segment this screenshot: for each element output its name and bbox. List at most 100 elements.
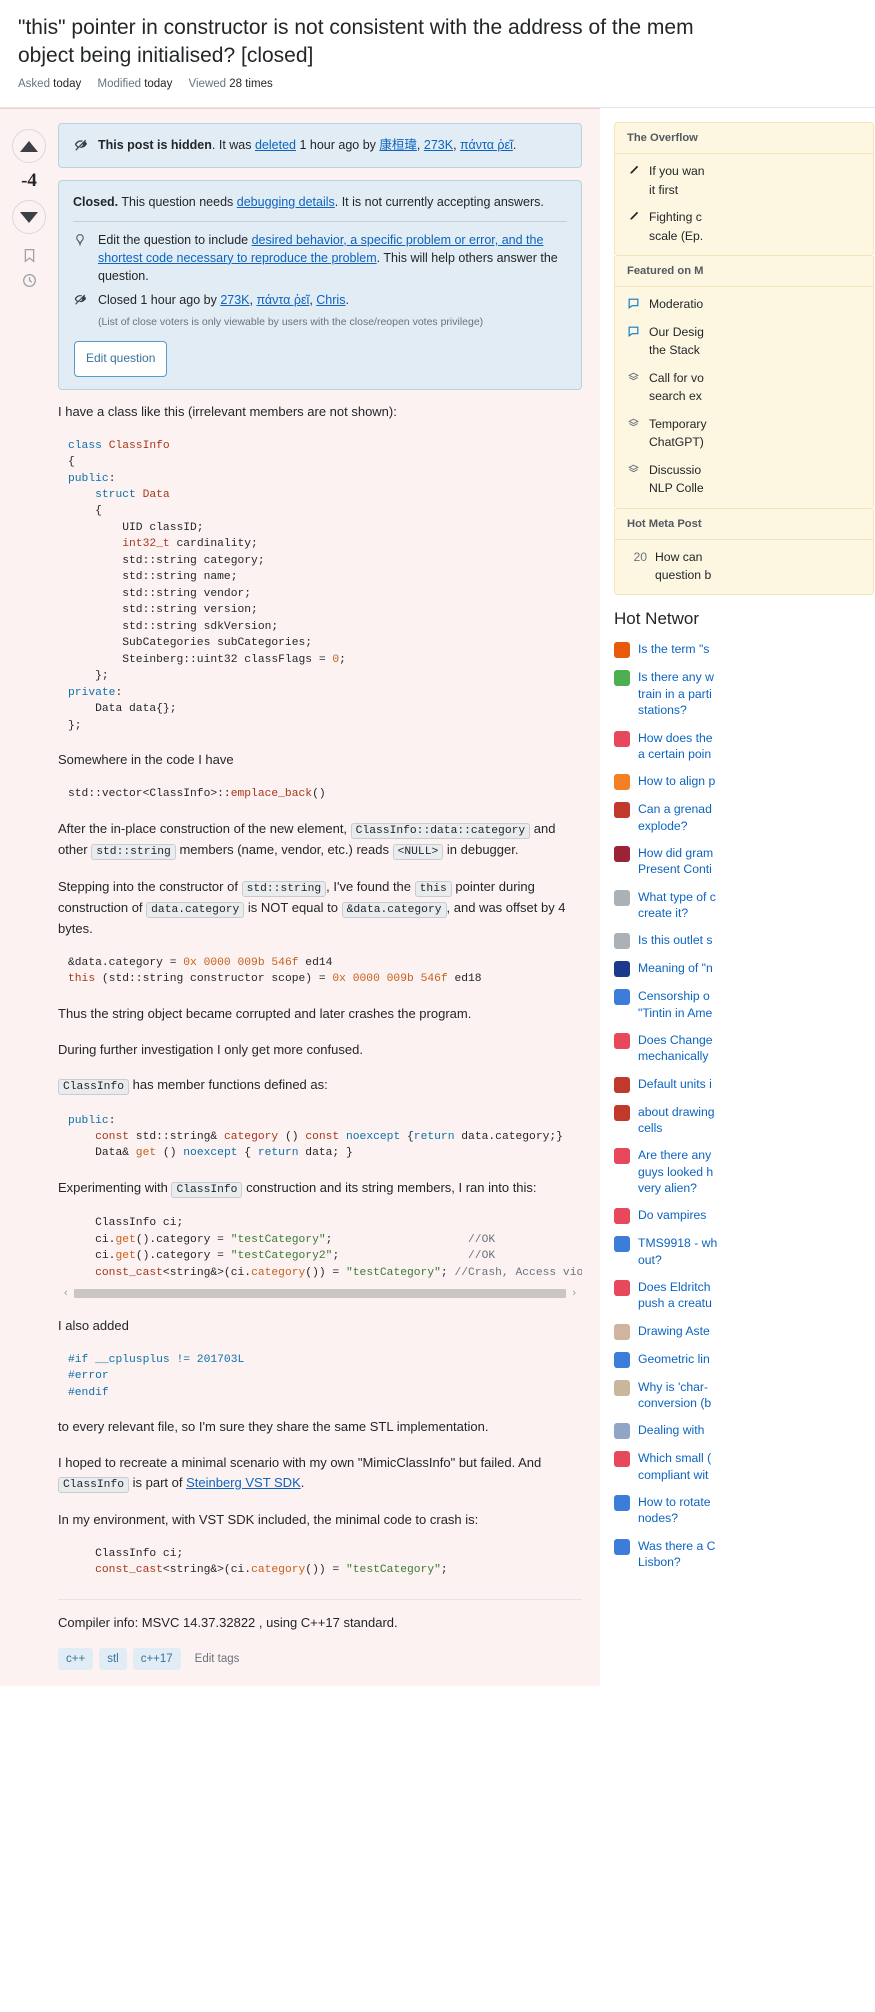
list-item-cont[interactable]: NLP Colle — [627, 480, 861, 496]
close-reason-link[interactable]: debugging details — [237, 195, 335, 209]
list-item-cont[interactable]: the Stack — [627, 342, 861, 358]
list-item[interactable]: Call for vo — [627, 370, 861, 386]
list-item-label: Temporary — [649, 416, 707, 431]
list-item[interactable]: 20 How can — [627, 549, 861, 565]
closer-link-1[interactable]: 273K — [220, 293, 249, 307]
history-button[interactable] — [0, 273, 58, 288]
hot-question-label: Is this outlet s — [638, 933, 713, 948]
list-item[interactable]: Moderatio — [627, 296, 861, 312]
chevron-left-icon[interactable]: ‹ — [64, 1288, 68, 1299]
hot-question-item[interactable]: Why is 'char-conversion (b — [614, 1379, 875, 1412]
chevron-right-icon[interactable]: › — [572, 1288, 576, 1299]
list-item-label: Discussio — [649, 462, 702, 477]
hot-question-item[interactable]: How does the a certain poin — [614, 730, 875, 763]
hot-question-label: Is there any w train in a parti stations? — [638, 670, 714, 718]
closed-text-a: This question needs — [118, 194, 237, 209]
hot-question-item[interactable]: Dealing with — [614, 1422, 875, 1440]
hot-question-item[interactable]: Default units i — [614, 1076, 875, 1093]
hot-question-label: What type of c create it? — [638, 889, 716, 920]
hot-question-item[interactable]: How to rotate nodes? — [614, 1494, 875, 1527]
hot-question-label: Was there a C Lisbon? — [638, 1538, 716, 1570]
list-item-label: How can — [655, 549, 703, 564]
hot-question-item[interactable]: Do vampires — [614, 1207, 875, 1225]
closed-summary: Closed. This question needs debugging de… — [73, 193, 567, 211]
hot-question-item[interactable]: How did gram Present Conti — [614, 845, 875, 878]
closed-bold: Closed. — [73, 194, 119, 209]
spacer-icon — [627, 183, 641, 198]
edit-question-button[interactable]: Edit question — [74, 341, 168, 377]
hot-question-label: Does Eldritch push a creatu — [638, 1280, 712, 1311]
inline-code-classinfo-3: ClassInfo — [171, 1181, 243, 1198]
speech-bubble-icon — [627, 325, 641, 340]
hot-question-item[interactable]: TMS9918 - wh out? — [614, 1235, 875, 1268]
list-item-cont[interactable]: search ex — [627, 388, 861, 404]
user-link-3[interactable]: πάντα ῥεῖ — [460, 138, 513, 152]
sep-2: , — [453, 138, 461, 153]
hot-question-item[interactable]: Geometric lin — [614, 1351, 875, 1368]
p3-d: in debugger. — [443, 841, 519, 857]
inline-code-stdstring: std::string — [91, 843, 176, 860]
hot-question-label: Meaning of "n — [638, 961, 713, 976]
speech-bubble-icon — [627, 297, 641, 312]
upvote-button[interactable] — [12, 129, 46, 164]
list-item-cont[interactable]: scale (Ep. — [627, 228, 861, 244]
hot-question-item[interactable]: Is there any w train in a parti stations? — [614, 669, 875, 718]
code-block-members: public: const std::string& category () c… — [68, 1114, 563, 1160]
vst-sdk-link[interactable]: Steinberg VST SDK — [186, 1475, 301, 1490]
sidebar: The Overflow If you wan it first Fightin… — [600, 108, 875, 1581]
closed-end: . — [345, 293, 349, 308]
hot-question-item[interactable]: Is this outlet s — [614, 932, 875, 950]
hot-question-item[interactable]: about drawing cells — [614, 1104, 875, 1137]
list-item[interactable]: Our Desig — [627, 324, 861, 340]
bookmark-button[interactable] — [0, 247, 58, 264]
hot-meta-widget: Hot Meta Post 20 How can question b — [614, 508, 874, 596]
post-cell: This post is hidden. It was deleted 1 ho… — [58, 123, 600, 1686]
edit-tags-link[interactable]: Edit tags — [195, 1653, 240, 1665]
closer-link-2[interactable]: πάντα ῥεῖ — [256, 293, 309, 307]
hot-question-item[interactable]: What type of c create it? — [614, 889, 875, 922]
deleted-link[interactable]: deleted — [255, 138, 296, 152]
notes-icon — [614, 1379, 630, 1396]
tag-item[interactable]: c++17 — [132, 1648, 181, 1671]
list-item[interactable]: If you wan — [627, 163, 861, 179]
list-item[interactable]: Temporary — [627, 416, 861, 432]
user-link-2[interactable]: 273K — [424, 138, 453, 152]
pencil-art-icon — [614, 1323, 630, 1340]
hot-question-item[interactable]: How to align p — [614, 773, 875, 791]
hot-question-label: Drawing Aste — [638, 1323, 710, 1338]
inline-code-classinfo-4: ClassInfo — [58, 1476, 130, 1493]
hot-question-item[interactable]: Is the term "s — [614, 641, 875, 659]
arrow-down-icon — [20, 211, 38, 223]
list-item-cont[interactable]: it first — [627, 182, 861, 198]
eye-slash-icon — [73, 292, 89, 306]
list-item[interactable]: Discussio — [627, 462, 861, 478]
hot-question-item[interactable]: Can a grenad explode? — [614, 801, 875, 834]
list-item-cont[interactable]: ChatGPT) — [627, 434, 861, 450]
user-link-1[interactable]: 康桓瑋 — [379, 138, 417, 152]
list-item-label: ChatGPT) — [649, 435, 704, 450]
list-item[interactable]: Fighting c — [627, 209, 861, 225]
hot-question-label: about drawing cells — [638, 1104, 715, 1135]
hot-question-item[interactable]: Was there a C Lisbon? — [614, 1538, 875, 1571]
hot-question-item[interactable]: Meaning of "n — [614, 960, 875, 978]
tag-item[interactable]: c++ — [58, 1648, 94, 1671]
scrollbar-thumb[interactable] — [73, 1289, 567, 1299]
horizontal-scrollbar[interactable]: ‹ › — [58, 1287, 582, 1300]
featured-meta-widget: Featured on M Moderatio Our Desig the St… — [614, 256, 874, 509]
hot-question-item[interactable]: Does Change mechanically — [614, 1032, 875, 1065]
paragraph-2: Somewhere in the code I have — [58, 752, 234, 768]
closer-link-3[interactable]: Chris — [316, 293, 345, 307]
page-title: "this" pointer in constructor is not con… — [18, 16, 694, 39]
hot-question-item[interactable]: Drawing Aste — [614, 1323, 875, 1340]
list-item-cont[interactable]: question b — [627, 567, 861, 583]
scrollable-code-region: ClassInfo ci; ci.get().category = "testC… — [58, 1215, 582, 1300]
downvote-button[interactable] — [12, 200, 46, 235]
hint-a: Edit the question to include — [98, 232, 252, 247]
hot-question-item[interactable]: Censorship o "Tintin in Ame — [614, 988, 875, 1021]
hot-question-item[interactable]: Does Eldritch push a creatu — [614, 1279, 875, 1312]
hot-question-item[interactable]: Which small (compliant wit — [614, 1450, 875, 1483]
hot-question-item[interactable]: Are there any guys looked h very alien? — [614, 1147, 875, 1196]
inline-code-this: this — [414, 880, 452, 897]
code-block-cplusplus-check: #if __cplusplus != 201703L #error #endif — [68, 1353, 245, 1399]
tag-item[interactable]: stl — [99, 1648, 127, 1671]
